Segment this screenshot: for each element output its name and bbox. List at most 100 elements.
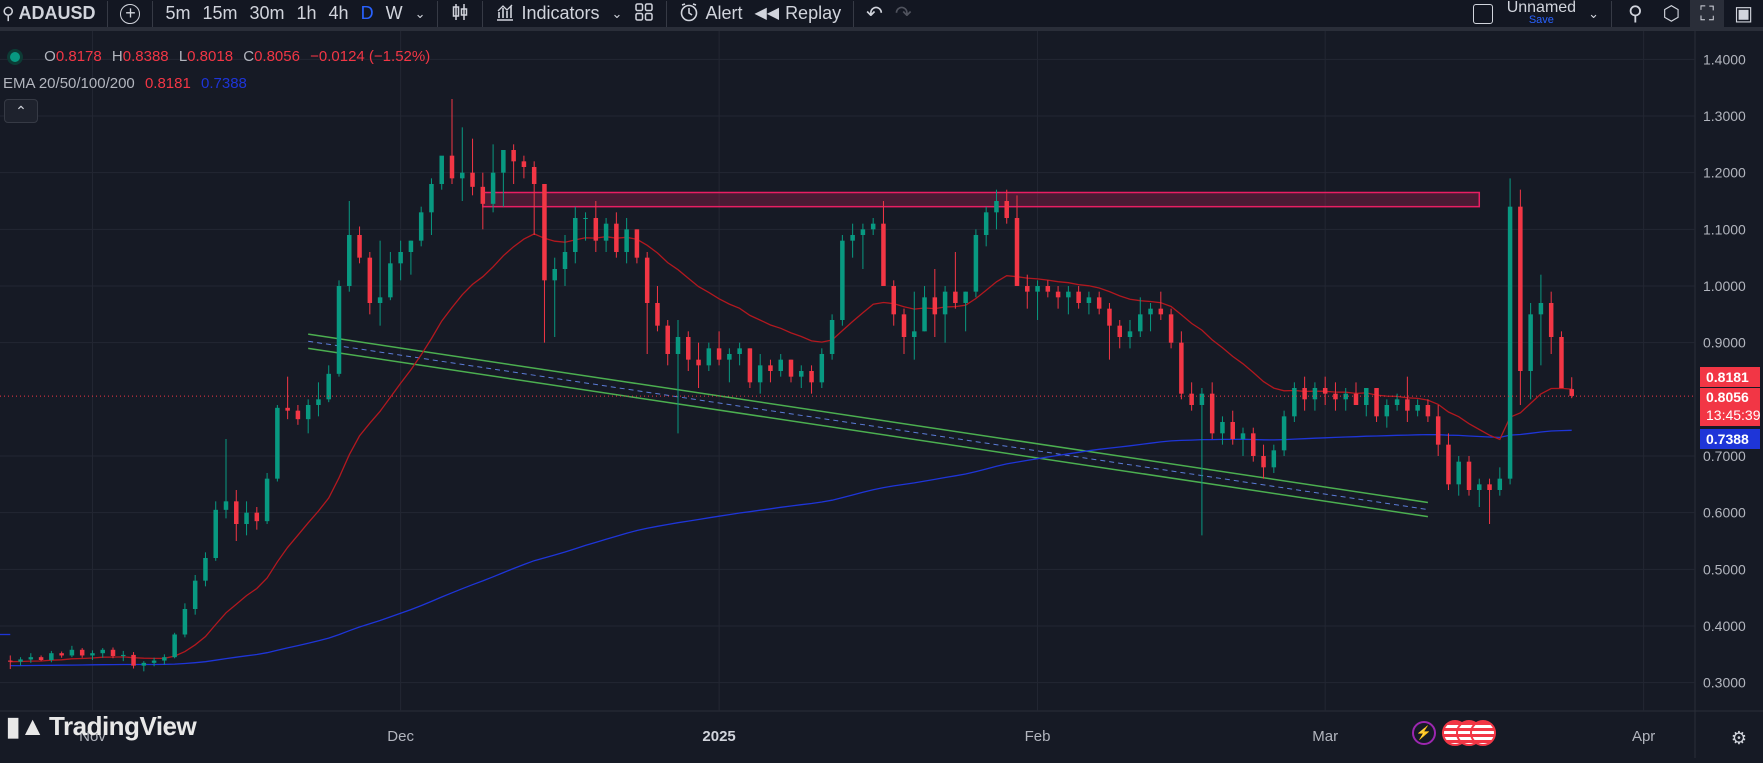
layout-dropdown[interactable]: ⌄ bbox=[1582, 0, 1605, 27]
compare-button[interactable]: + bbox=[114, 0, 146, 27]
candle-body bbox=[1281, 416, 1287, 451]
candle-body bbox=[757, 365, 763, 383]
candle-body bbox=[912, 331, 917, 337]
indicators-icon bbox=[495, 2, 515, 26]
time-tick-label: 2025 bbox=[702, 728, 735, 745]
collapse-legend-button[interactable]: ⌃ bbox=[4, 99, 38, 123]
candle-body bbox=[1435, 416, 1441, 445]
candle-body bbox=[1322, 388, 1328, 394]
candle-body bbox=[388, 263, 393, 298]
candle-body bbox=[501, 150, 506, 173]
redo-button[interactable]: ↷ bbox=[889, 0, 918, 27]
ema-fast-value: 0.8181 bbox=[144, 75, 191, 92]
interval-30m[interactable]: 30m bbox=[244, 0, 291, 27]
indicators-button[interactable]: Indicators bbox=[489, 0, 605, 27]
candle-body bbox=[264, 478, 270, 522]
symbol-search[interactable]: ⚲ ADAUSD bbox=[0, 0, 101, 27]
alert-button[interactable]: Alert bbox=[673, 0, 748, 27]
candle-body bbox=[1261, 456, 1266, 468]
undo-button[interactable]: ↶ bbox=[860, 0, 889, 27]
candle-body bbox=[1569, 389, 1574, 396]
candle-body bbox=[285, 407, 290, 411]
candle-body bbox=[799, 371, 804, 377]
price-tick-label: 0.3000 bbox=[1703, 675, 1746, 691]
chart-svg[interactable]: 1.4000 1.3000 1.2000 1.1000 1.0000 0.9000 0.70… bbox=[0, 31, 1763, 758]
resistance-zone bbox=[482, 191, 1481, 208]
candle-body bbox=[1096, 297, 1102, 309]
interval-5m[interactable]: 5m bbox=[159, 0, 196, 27]
candle-body bbox=[1168, 314, 1174, 343]
candle-body bbox=[819, 354, 825, 383]
candle-body bbox=[1394, 399, 1400, 405]
candle-body bbox=[953, 291, 958, 303]
candle-body bbox=[809, 371, 814, 383]
interval-1h[interactable]: 1h bbox=[291, 0, 323, 27]
snapshot-button[interactable]: ▣ bbox=[1724, 0, 1763, 27]
events-badges[interactable]: ⚡ bbox=[1412, 720, 1496, 746]
candle-body bbox=[377, 297, 383, 303]
candle-body bbox=[1199, 393, 1205, 405]
candle-body bbox=[1302, 388, 1307, 400]
price-tick-label: 1.1000 bbox=[1703, 221, 1746, 237]
candle-body bbox=[922, 297, 927, 332]
candle-body bbox=[234, 501, 239, 524]
replay-button[interactable]: ◀◀ Replay bbox=[748, 0, 847, 27]
candle-body bbox=[59, 653, 64, 656]
tradingview-logo[interactable]: ▮▲ TradingView bbox=[6, 711, 197, 742]
candle-body bbox=[511, 150, 516, 162]
candle-body bbox=[1271, 450, 1277, 468]
symbol-name: ADAUSD bbox=[18, 3, 96, 23]
time-tick-label: Dec bbox=[387, 728, 414, 745]
candle-body bbox=[1045, 286, 1051, 292]
candle-body bbox=[583, 218, 588, 219]
chevron-down-icon: ⌄ bbox=[414, 5, 426, 21]
interval-d[interactable]: D bbox=[355, 0, 380, 27]
price-tick-label: 0.6000 bbox=[1703, 505, 1746, 521]
layout-button[interactable]: Unnamed Save bbox=[1467, 0, 1582, 27]
fullscreen-button[interactable]: ⛶ bbox=[1690, 0, 1725, 27]
search-icon: ⚲ bbox=[2, 3, 15, 23]
candle-body bbox=[891, 286, 896, 315]
candle-body bbox=[1138, 314, 1143, 332]
candle-body bbox=[347, 235, 352, 286]
axis-settings-button[interactable]: ⚙ bbox=[1728, 728, 1750, 750]
us-flag-icon bbox=[1470, 720, 1496, 746]
candle-body bbox=[1456, 461, 1461, 485]
open-value: 0.8178 bbox=[55, 48, 102, 65]
candle-body bbox=[28, 657, 34, 660]
alert-label: Alert bbox=[705, 3, 743, 23]
quick-search-button[interactable]: ⚲ bbox=[1618, 0, 1653, 27]
candle-body bbox=[727, 354, 732, 360]
ema-legend[interactable]: EMA 20/50/100/200 0.8181 0.7388 bbox=[3, 75, 247, 92]
interval-4h[interactable]: 4h bbox=[323, 0, 355, 27]
candle-body bbox=[1251, 433, 1256, 456]
indicators-dropdown[interactable]: ⌄ bbox=[606, 0, 629, 27]
candle-body bbox=[870, 223, 876, 230]
chart-area[interactable]: 1.4000 1.3000 1.2000 1.1000 1.0000 0.9000 0.70… bbox=[0, 31, 1763, 758]
candle-body bbox=[1189, 393, 1194, 405]
candle-body bbox=[901, 314, 907, 337]
candle-body bbox=[1405, 399, 1410, 411]
candle-body bbox=[1066, 291, 1071, 298]
chevron-down-icon: ⌄ bbox=[611, 5, 623, 21]
ema-fast-tag: 0.8181 bbox=[1700, 367, 1760, 387]
candle-body bbox=[1209, 393, 1215, 434]
candle-body bbox=[1538, 303, 1544, 315]
candle-body bbox=[768, 365, 773, 371]
candle-body bbox=[18, 659, 23, 662]
chart-type-button[interactable] bbox=[444, 0, 476, 27]
candle-body bbox=[778, 359, 783, 371]
interval-dropdown[interactable]: ⌄ bbox=[409, 0, 432, 27]
templates-button[interactable] bbox=[628, 0, 660, 27]
settings-button[interactable]: ⬡ bbox=[1653, 0, 1690, 27]
interval-15m[interactable]: 15m bbox=[196, 0, 243, 27]
price-tick-label: 0.9000 bbox=[1703, 335, 1746, 351]
candle-body bbox=[8, 660, 13, 662]
candle-body bbox=[182, 609, 188, 635]
interval-w[interactable]: W bbox=[380, 0, 409, 27]
layout-name: Unnamed bbox=[1506, 0, 1577, 16]
candle-body bbox=[336, 286, 342, 374]
countdown-value: 13:45:39 bbox=[1706, 407, 1761, 423]
candle-body bbox=[942, 291, 948, 315]
candle-body bbox=[860, 229, 866, 235]
